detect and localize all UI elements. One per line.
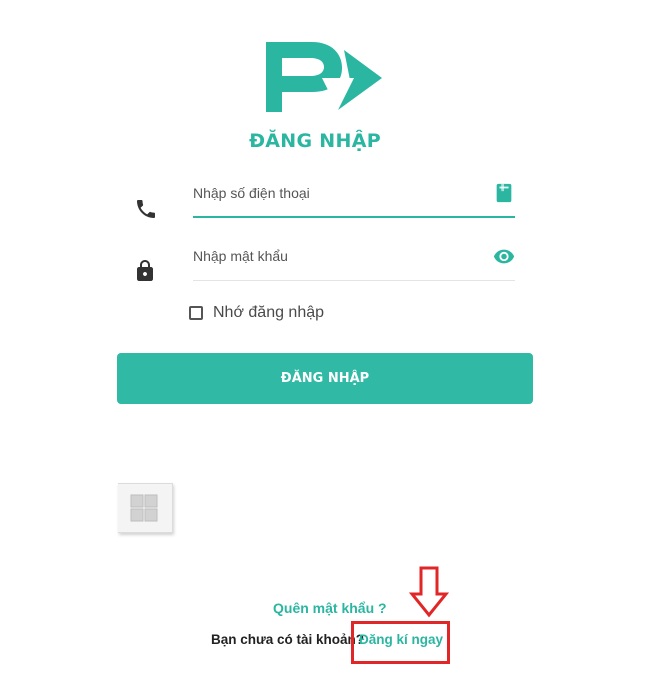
lock-icon	[137, 260, 153, 281]
login-button[interactable]: ĐĂNG NHẬP	[117, 353, 533, 404]
highlight-box	[351, 621, 450, 664]
floating-grid-button[interactable]	[118, 483, 173, 533]
contacts-book-icon[interactable]	[493, 182, 515, 204]
page-title: ĐĂNG NHẬP	[249, 130, 381, 152]
password-input[interactable]	[193, 239, 483, 273]
forgot-password-link[interactable]: Quên mật khẩu ?	[273, 600, 387, 616]
phone-underline	[193, 216, 515, 218]
no-account-text: Bạn chưa có tài khoản?	[211, 632, 365, 647]
remember-label: Nhớ đăng nhập	[213, 304, 325, 321]
grid-icon	[130, 494, 158, 522]
down-arrow-icon	[409, 566, 449, 618]
remember-me[interactable]: Nhớ đăng nhập	[189, 302, 324, 324]
phone-input[interactable]	[193, 176, 483, 210]
phone-field[interactable]	[193, 176, 515, 218]
password-field[interactable]	[193, 239, 515, 281]
eye-icon[interactable]	[493, 245, 515, 267]
phone-icon	[137, 200, 155, 218]
password-underline	[193, 280, 515, 281]
app-logo	[266, 42, 382, 112]
remember-checkbox[interactable]	[189, 306, 203, 320]
